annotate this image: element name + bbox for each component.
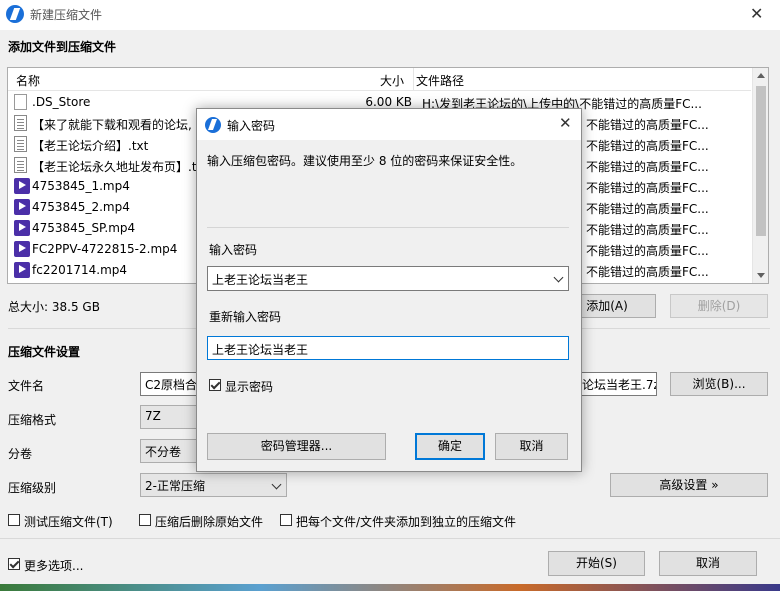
- format-select[interactable]: 7Z: [140, 405, 200, 429]
- file-path: 不能错过的高质量FC...: [586, 202, 709, 216]
- separate-archives-label[interactable]: 把每个文件/文件夹添加到独立的压缩文件: [296, 513, 516, 530]
- separate-archives-checkbox[interactable]: [280, 514, 292, 526]
- text-file-icon: [14, 115, 27, 131]
- video-file-icon: [14, 262, 30, 278]
- file-name: 4753845_SP.mp4: [32, 221, 136, 235]
- start-button[interactable]: 开始(S): [548, 551, 645, 576]
- bandizip-app-icon: [6, 5, 24, 23]
- file-name: FC2PPV-4722815-2.mp4: [32, 242, 178, 256]
- reenter-password-input[interactable]: 上老王论坛当老王: [207, 336, 569, 360]
- filename-input[interactable]: C2原档合: [140, 372, 200, 396]
- format-value: 7Z: [145, 409, 161, 423]
- show-password-checkbox[interactable]: [209, 379, 221, 391]
- close-icon[interactable]: ✕: [750, 4, 763, 23]
- desktop-strip: [0, 584, 780, 591]
- reenter-value: 上老王论坛当老王: [212, 343, 309, 357]
- file-name: 【老王论坛介绍】.txt: [32, 139, 149, 153]
- password-dialog: 输入密码 ✕ 输入压缩包密码。建议使用至少 8 位的密码来保证安全性。 输入密码…: [196, 108, 582, 472]
- chevron-down-icon[interactable]: [553, 272, 564, 283]
- format-label: 压缩格式: [8, 413, 57, 427]
- file-path: 不能错过的高质量FC...: [586, 223, 709, 237]
- window-title-bar: 新建压缩文件 ✕: [0, 0, 780, 30]
- dialog-cancel-button[interactable]: 取消: [495, 433, 568, 460]
- advanced-settings-button[interactable]: 高级设置 »: [610, 473, 768, 497]
- ok-button[interactable]: 确定: [415, 433, 485, 460]
- text-file-icon: [14, 157, 27, 173]
- cancel-button[interactable]: 取消: [659, 551, 757, 576]
- test-archive-checkbox[interactable]: [8, 514, 20, 526]
- filename-input-tail[interactable]: 论坛当老王.7z: [578, 372, 657, 396]
- show-password-label[interactable]: 显示密码: [225, 378, 273, 395]
- password-value: 上老王论坛当老王: [212, 273, 309, 287]
- total-size: 总大小: 38.5 GB: [8, 300, 100, 314]
- settings-heading: 压缩文件设置: [8, 345, 81, 359]
- split-label: 分卷: [8, 447, 33, 461]
- password-label: 输入密码: [209, 243, 258, 257]
- delete-originals-checkbox[interactable]: [139, 514, 151, 526]
- files-section-heading: 添加文件到压缩文件: [8, 40, 117, 54]
- scroll-up-icon[interactable]: [757, 73, 765, 78]
- password-manager-button[interactable]: 密码管理器...: [207, 433, 386, 460]
- file-name: .DS_Store: [32, 95, 91, 109]
- file-name: 4753845_1.mp4: [32, 179, 130, 193]
- text-file-icon: [14, 136, 27, 152]
- video-file-icon: [14, 241, 30, 257]
- password-input[interactable]: 上老王论坛当老王: [207, 266, 569, 291]
- close-icon[interactable]: ✕: [559, 114, 572, 132]
- file-path: 不能错过的高质量FC...: [586, 265, 709, 279]
- window-title: 新建压缩文件: [30, 8, 103, 22]
- file-name: fc2201714.mp4: [32, 263, 128, 277]
- level-label: 压缩级别: [8, 481, 57, 495]
- video-file-icon: [14, 199, 30, 215]
- file-path: 不能错过的高质量FC...: [586, 160, 709, 174]
- column-name-header[interactable]: 名称: [16, 72, 40, 89]
- video-file-icon: [14, 220, 30, 236]
- reenter-label: 重新输入密码: [209, 310, 282, 324]
- file-path: 不能错过的高质量FC...: [586, 118, 709, 132]
- split-select[interactable]: 不分卷: [140, 439, 200, 463]
- dialog-hint: 输入压缩包密码。建议使用至少 8 位的密码来保证安全性。: [207, 154, 523, 168]
- level-value: 2-正常压缩: [145, 479, 205, 493]
- filename-label: 文件名: [8, 379, 45, 393]
- dialog-body: 输入压缩包密码。建议使用至少 8 位的密码来保证安全性。 输入密码 上老王论坛当…: [197, 140, 581, 471]
- file-icon: [14, 94, 27, 110]
- scroll-down-icon[interactable]: [757, 273, 765, 278]
- test-archive-label[interactable]: 测试压缩文件(T): [24, 513, 113, 530]
- delete-originals-label[interactable]: 压缩后删除原始文件: [155, 513, 263, 530]
- file-list-scrollbar[interactable]: [752, 68, 768, 283]
- file-list-header: 名称 大小 文件路径: [8, 68, 751, 91]
- file-path: 不能错过的高质量FC...: [586, 244, 709, 258]
- file-name: 【来了就能下载和观看的论坛,: [32, 118, 192, 132]
- file-name: 【老王论坛永久地址发布页】.tx: [32, 160, 204, 174]
- column-path-header[interactable]: 文件路径: [416, 72, 464, 89]
- column-size-header[interactable]: 大小: [380, 72, 404, 89]
- file-path: 不能错过的高质量FC...: [586, 181, 709, 195]
- dialog-title: 输入密码: [227, 119, 276, 133]
- file-path: 不能错过的高质量FC...: [586, 139, 709, 153]
- file-size: 6.00 KB: [365, 95, 412, 109]
- level-select[interactable]: 2-正常压缩: [140, 473, 287, 497]
- remove-button[interactable]: 删除(D): [670, 294, 768, 318]
- scroll-thumb[interactable]: [756, 86, 766, 236]
- browse-button[interactable]: 浏览(B)...: [670, 372, 768, 396]
- bandizip-dialog-icon: [205, 117, 221, 133]
- more-options-checkbox[interactable]: [8, 558, 20, 570]
- video-file-icon: [14, 178, 30, 194]
- more-options-label[interactable]: 更多选项...: [24, 557, 83, 574]
- split-value: 不分卷: [145, 445, 182, 459]
- chevron-down-icon: [271, 479, 282, 490]
- file-name: 4753845_2.mp4: [32, 200, 130, 214]
